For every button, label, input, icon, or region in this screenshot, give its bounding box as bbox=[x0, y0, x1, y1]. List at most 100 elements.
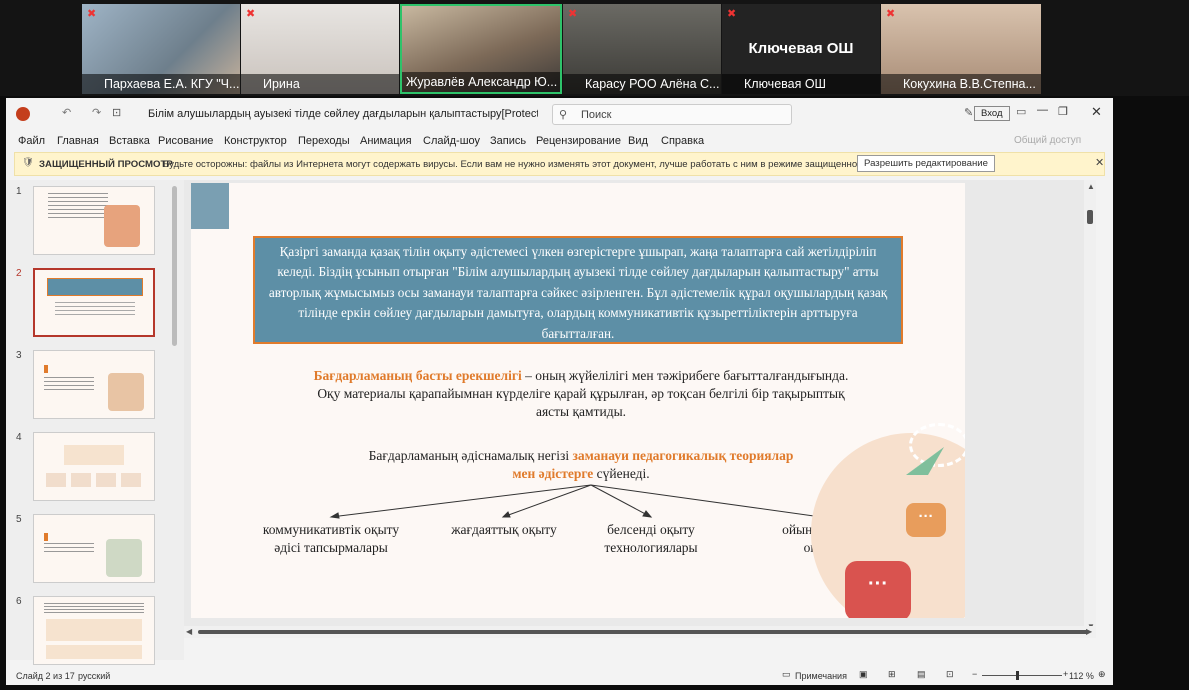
mic-muted-icon: ✖ bbox=[568, 8, 578, 20]
ribbon-display-icon[interactable]: ▭ bbox=[1016, 105, 1026, 118]
shield-icon: 🛡 bbox=[22, 157, 35, 168]
zoom-in-icon[interactable]: + bbox=[1063, 669, 1068, 679]
participant-tile-1[interactable]: ✖ Пархаева Е.А. КГУ "Ч... bbox=[82, 4, 240, 94]
search-placeholder: Поиск bbox=[581, 109, 612, 121]
scroll-left-icon[interactable]: ◀ bbox=[186, 627, 192, 636]
zoom-slider[interactable] bbox=[982, 671, 1062, 680]
tab-design[interactable]: Конструктор bbox=[224, 135, 287, 147]
present-icon[interactable]: ⊡ bbox=[112, 106, 121, 119]
maximize-icon[interactable]: ❐ bbox=[1058, 105, 1068, 118]
enable-editing-button[interactable]: Разрешить редактирование bbox=[857, 155, 995, 172]
protected-view-title: ЗАЩИЩЕННЫЙ ПРОСМОТР bbox=[39, 159, 173, 170]
tab-insert[interactable]: Вставка bbox=[109, 135, 150, 147]
thumb-boxes bbox=[46, 473, 142, 487]
redo-icon[interactable]: ↷ bbox=[92, 106, 101, 119]
tab-file[interactable]: Файл bbox=[18, 135, 45, 147]
slide-thumbnail-2[interactable] bbox=[33, 268, 155, 337]
language-indicator[interactable]: русский bbox=[78, 671, 110, 681]
h-scroll-thumb[interactable] bbox=[198, 630, 1088, 634]
share-button[interactable]: Общий доступ bbox=[1014, 135, 1081, 146]
fit-to-window-icon[interactable]: ⊕ bbox=[1098, 669, 1106, 680]
thumb-number: 2 bbox=[16, 268, 22, 279]
notes-icon: ▭ bbox=[782, 669, 791, 679]
slide-thumbnail-6[interactable] bbox=[33, 596, 155, 665]
participant-tile-5[interactable]: Ключевая ОШ ✖ Ключевая ОШ bbox=[722, 4, 880, 94]
participant-tile-4[interactable]: ✖ Карасу РОО Алёна С... bbox=[563, 4, 721, 94]
thumb-box bbox=[64, 445, 124, 465]
thumb-accent bbox=[44, 365, 48, 373]
window-title: Білім алушылардың ауызекі тілде сөйлеу д… bbox=[148, 108, 538, 120]
thumb-illustration bbox=[104, 205, 140, 247]
thumb-illustration bbox=[106, 539, 142, 577]
vertical-scrollbar[interactable]: ▲ ▼ bbox=[1084, 180, 1096, 635]
mic-muted-icon: ✖ bbox=[87, 8, 97, 20]
protected-view-text: Будьте осторожны: файлы из Интернета мог… bbox=[163, 159, 919, 170]
search-box[interactable]: ⚲ Поиск bbox=[552, 104, 792, 125]
participant-avatar-text: Ключевая ОШ bbox=[748, 40, 854, 57]
status-bar: Слайд 2 из 17 русский ▭ Примечания ▣ ⊞ ▤… bbox=[6, 667, 1113, 685]
thumb-text-lines bbox=[48, 193, 108, 221]
tab-view[interactable]: Вид bbox=[628, 135, 648, 147]
slide-sorter-icon[interactable]: ⊞ bbox=[888, 669, 896, 680]
notes-button[interactable]: Примечания bbox=[795, 671, 847, 681]
thumb-number: 5 bbox=[16, 514, 22, 525]
search-icon: ⚲ bbox=[559, 109, 568, 121]
slide-thumbnails-pane: 1 2 3 4 5 6 bbox=[6, 180, 184, 665]
mic-muted-icon: ✖ bbox=[886, 8, 896, 20]
tab-home[interactable]: Главная bbox=[57, 135, 99, 147]
thumbnails-scrollbar[interactable] bbox=[172, 186, 177, 346]
paper-plane-icon bbox=[906, 447, 944, 475]
chat-bubble-icon: ··· bbox=[906, 503, 946, 537]
participant-name: Журавлёв Александр Ю... bbox=[402, 72, 560, 92]
method-3: белсенді оқыту технологиялары bbox=[604, 522, 698, 555]
minimize-icon[interactable]: — bbox=[1037, 104, 1048, 116]
thumb-number: 3 bbox=[16, 350, 22, 361]
ribbon-tabs: Файл Главная Вставка Рисование Конструкт… bbox=[6, 130, 1113, 152]
tab-transitions[interactable]: Переходы bbox=[298, 135, 350, 147]
slide-2: Қазіргі заманда қазақ тілін оқыту әдісте… bbox=[191, 183, 965, 618]
method-1: коммуникативтік оқыту әдісі тапсырмалары bbox=[262, 522, 400, 555]
powerpoint-window: ↶ ↷ ⊡ Білім алушылардың ауызекі тілде сө… bbox=[6, 98, 1113, 685]
close-icon[interactable]: ✕ bbox=[1091, 104, 1102, 120]
tab-slideshow[interactable]: Слайд-шоу bbox=[423, 135, 480, 147]
thumb-text-lines bbox=[44, 377, 94, 391]
video-strip: ✖ Пархаева Е.А. КГУ "Ч... ✖ Ирина Журавл… bbox=[0, 0, 1189, 96]
title-bar: ↶ ↷ ⊡ Білім алушылардың ауызекі тілде сө… bbox=[6, 98, 1113, 130]
reading-view-icon[interactable]: ▤ bbox=[917, 669, 926, 680]
participant-name: Ирина bbox=[241, 74, 399, 94]
horizontal-scrollbar[interactable]: ◀ ▶ bbox=[184, 626, 1096, 638]
tab-help[interactable]: Справка bbox=[661, 135, 704, 147]
participant-tile-3[interactable]: Журавлёв Александр Ю... bbox=[400, 4, 562, 94]
normal-view-icon[interactable]: ▣ bbox=[859, 669, 868, 680]
thumb-text-lines bbox=[44, 603, 144, 613]
participant-tile-6[interactable]: ✖ Кокухина В.В.Степна... bbox=[881, 4, 1041, 94]
slide-thumbnail-5[interactable] bbox=[33, 514, 155, 583]
thumb-text-lines bbox=[55, 302, 135, 318]
zoom-slider-thumb[interactable] bbox=[1016, 671, 1019, 680]
thumb-accent bbox=[44, 533, 48, 541]
slide-counter: Слайд 2 из 17 bbox=[16, 671, 75, 681]
zoom-level[interactable]: 112 % bbox=[1069, 671, 1094, 681]
tab-record[interactable]: Запись bbox=[490, 135, 526, 147]
participant-tile-2[interactable]: ✖ Ирина bbox=[241, 4, 399, 94]
slide-thumbnail-1[interactable] bbox=[33, 186, 155, 255]
scroll-up-icon[interactable]: ▲ bbox=[1087, 182, 1095, 191]
pen-icon[interactable]: ✎ bbox=[964, 106, 973, 119]
tab-draw[interactable]: Рисование bbox=[158, 135, 213, 147]
slide-editor-canvas: Қазіргі заманда қазақ тілін оқыту әдісте… bbox=[184, 180, 1096, 635]
undo-icon[interactable]: ↶ bbox=[62, 106, 71, 119]
slideshow-icon[interactable]: ⊡ bbox=[946, 669, 954, 680]
scroll-thumb[interactable] bbox=[1087, 210, 1093, 224]
slide-thumbnail-4[interactable] bbox=[33, 432, 155, 501]
scroll-right-icon[interactable]: ▶ bbox=[1086, 627, 1092, 636]
thumb-box bbox=[46, 619, 142, 641]
method-2: жағдаяттық оқыту bbox=[451, 522, 557, 537]
zoom-out-icon[interactable]: − bbox=[972, 669, 977, 679]
tab-animation[interactable]: Анимация bbox=[360, 135, 412, 147]
signin-button[interactable]: Вход bbox=[974, 106, 1010, 121]
chat-bubble-large-icon: ··· bbox=[845, 561, 911, 618]
slide-thumbnail-3[interactable] bbox=[33, 350, 155, 419]
thumb-box bbox=[46, 645, 142, 659]
tab-review[interactable]: Рецензирование bbox=[536, 135, 621, 147]
close-bar-icon[interactable]: ✕ bbox=[1095, 156, 1104, 169]
